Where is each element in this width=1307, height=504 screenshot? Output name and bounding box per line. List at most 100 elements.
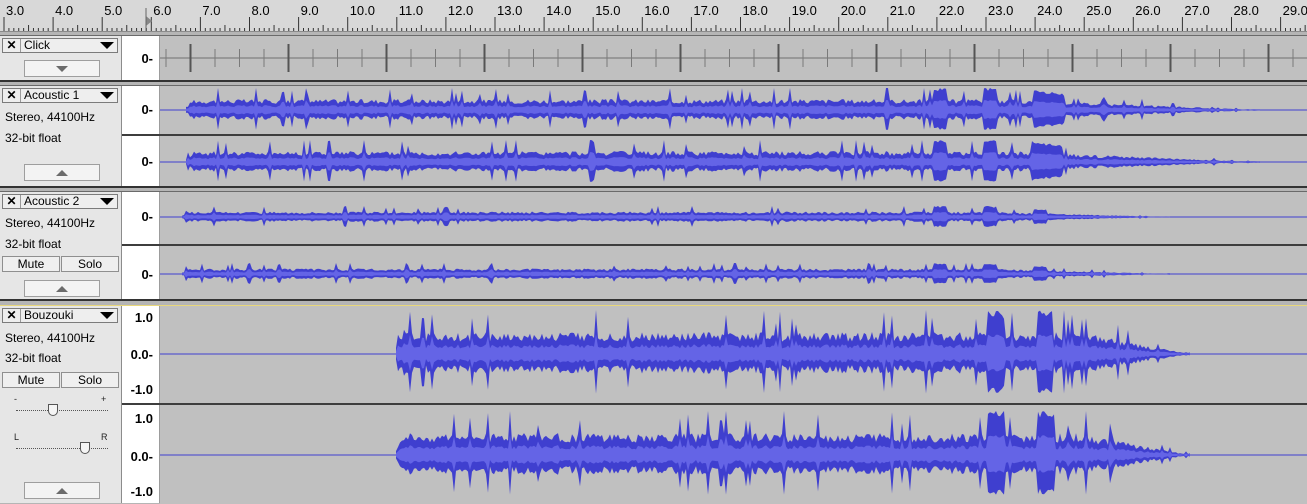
pan-right-label: R — [101, 432, 108, 442]
ruler-tick-label: 23.0 — [988, 3, 1014, 18]
ruler-tick-label: 24.0 — [1037, 3, 1063, 18]
waveform-left-channel — [160, 88, 1307, 130]
chevron-down-icon[interactable] — [100, 312, 114, 319]
ruler-tick-label: 3.0 — [6, 3, 25, 18]
waveform-right-channel — [160, 263, 1307, 284]
track-acoustic-2[interactable]: ✕ Acoustic 2 Stereo, 44100Hz 32-bit floa… — [0, 191, 1307, 301]
close-icon[interactable]: ✕ — [3, 89, 21, 102]
vertical-ruler: 0- 0- — [122, 86, 160, 186]
click-marks — [160, 44, 1307, 72]
ruler-tick-label: 5.0 — [104, 3, 123, 18]
track-bit-depth: 32-bit float — [5, 351, 62, 365]
collapse-track-button[interactable] — [24, 280, 100, 297]
collapse-track-button[interactable] — [24, 482, 100, 499]
vruler-label: 0- — [141, 51, 153, 66]
ruler-tick-label: 18.0 — [742, 3, 768, 18]
waveform-left-channel — [160, 206, 1307, 227]
gain-minus-label: - — [14, 394, 17, 404]
ruler-tick-label: 4.0 — [55, 3, 74, 18]
ruler-tick-label: 8.0 — [251, 3, 270, 18]
ruler-tick-label: 12.0 — [447, 3, 474, 18]
ruler-tick-label: 7.0 — [202, 3, 221, 18]
pan-slider-track[interactable] — [16, 448, 108, 449]
ruler-tick-label: 28.0 — [1233, 3, 1259, 18]
track-name: Bouzouki — [24, 308, 74, 322]
ruler-tick-label: 22.0 — [938, 3, 965, 18]
scale-top-zero: 0.0- — [130, 347, 153, 362]
click-track-area[interactable] — [160, 36, 1307, 80]
track-format: Stereo, 44100Hz — [5, 216, 96, 230]
track-name-bar[interactable]: ✕ Bouzouki — [2, 308, 118, 323]
track-format: Stereo, 44100Hz — [5, 110, 96, 124]
scale-top-min: -1.0 — [130, 382, 153, 397]
ruler-tick-label: 20.0 — [840, 3, 866, 18]
track-name: Click — [24, 38, 50, 52]
close-icon[interactable]: ✕ — [3, 309, 21, 322]
gain-slider-knob[interactable] — [48, 404, 58, 416]
scale-bottom-max: 1.0 — [134, 411, 153, 426]
track-control-panel: ✕ Click — [0, 36, 122, 80]
pan-slider-knob[interactable] — [80, 442, 90, 454]
chevron-down-icon[interactable] — [100, 198, 114, 205]
scale-bottom-zero: 0.0- — [130, 449, 153, 464]
track-name: Acoustic 2 — [24, 194, 80, 208]
track-name-bar[interactable]: ✕ Acoustic 2 — [2, 194, 118, 209]
track-name: Acoustic 1 — [24, 88, 80, 102]
vruler-label-top: 0- — [141, 102, 153, 117]
ruler-tick-label: 27.0 — [1184, 3, 1210, 18]
ruler-tick-label: 6.0 — [153, 3, 172, 18]
waveform-left[interactable] — [160, 306, 1307, 403]
close-icon[interactable]: ✕ — [3, 195, 21, 208]
track-control-panel: ✕ Acoustic 2 Stereo, 44100Hz 32-bit floa… — [0, 192, 122, 299]
ruler-tick-label: 10.0 — [349, 3, 375, 18]
ruler-tick-label: 17.0 — [693, 3, 719, 18]
track-format: Stereo, 44100Hz — [5, 331, 96, 345]
ruler-tick-label: 26.0 — [1135, 3, 1161, 18]
close-icon[interactable]: ✕ — [3, 39, 21, 52]
waveform-left[interactable] — [160, 86, 1307, 134]
timeline-ruler[interactable]: 3.0 4.0 5.0 6.0 7.0 8.0 9.0 10.0 11.0 12.0 13.0 14.… — [0, 0, 1307, 32]
ruler-tick-label: 15.0 — [595, 3, 621, 18]
waveform-left[interactable] — [160, 192, 1307, 244]
ruler-tick-label: 11.0 — [398, 3, 424, 18]
ruler-tick-label: 21.0 — [889, 3, 916, 18]
ruler-tick-label: 25.0 — [1086, 3, 1112, 18]
track-name-bar[interactable]: ✕ Click — [2, 38, 118, 53]
mute-button[interactable]: Mute — [2, 256, 60, 272]
track-bit-depth: 32-bit float — [5, 131, 62, 145]
track-bouzouki[interactable]: ✕ Bouzouki Stereo, 44100Hz 32-bit float … — [0, 305, 1307, 504]
expand-track-button[interactable] — [24, 60, 100, 77]
ruler-tick-label: 29.0 — [1282, 3, 1307, 18]
mute-button[interactable]: Mute — [2, 372, 60, 388]
ruler-tick-label: 13.0 — [497, 3, 523, 18]
chevron-down-icon[interactable] — [100, 42, 114, 49]
vruler-label-bottom: 0- — [141, 267, 153, 282]
waveform-left-channel — [160, 310, 1307, 394]
scale-bottom-min: -1.0 — [130, 484, 153, 499]
solo-button[interactable]: Solo — [61, 256, 119, 272]
ruler-tick-label: 16.0 — [644, 3, 670, 18]
chevron-down-icon[interactable] — [100, 92, 114, 99]
pan-left-label: L — [14, 432, 20, 442]
ruler-tick-label: 19.0 — [791, 3, 817, 18]
collapse-track-button[interactable] — [24, 164, 100, 181]
track-acoustic-1[interactable]: ✕ Acoustic 1 Stereo, 44100Hz 32-bit floa… — [0, 85, 1307, 188]
waveform-right[interactable] — [160, 246, 1307, 299]
ruler-tick-label: 9.0 — [300, 3, 319, 18]
vruler-label-bottom: 0- — [141, 154, 153, 169]
waveform-right-channel — [160, 140, 1307, 182]
gain-slider-track[interactable] — [16, 410, 108, 411]
vertical-ruler: 0- — [122, 36, 160, 80]
track-control-panel: ✕ Acoustic 1 Stereo, 44100Hz 32-bit floa… — [0, 86, 122, 186]
track-bit-depth: 32-bit float — [5, 237, 62, 251]
ruler-tick-label: 14.0 — [546, 3, 572, 18]
track-click[interactable]: ✕ Click 0- — [0, 35, 1307, 82]
waveform-right[interactable] — [160, 405, 1307, 504]
vruler-label-top: 0- — [141, 209, 153, 224]
track-name-bar[interactable]: ✕ Acoustic 1 — [2, 88, 118, 103]
waveform-right[interactable] — [160, 136, 1307, 186]
gain-plus-label: + — [101, 394, 107, 404]
waveform-right-channel — [160, 411, 1307, 495]
solo-button[interactable]: Solo — [61, 372, 119, 388]
scale-top-max: 1.0 — [134, 310, 153, 325]
